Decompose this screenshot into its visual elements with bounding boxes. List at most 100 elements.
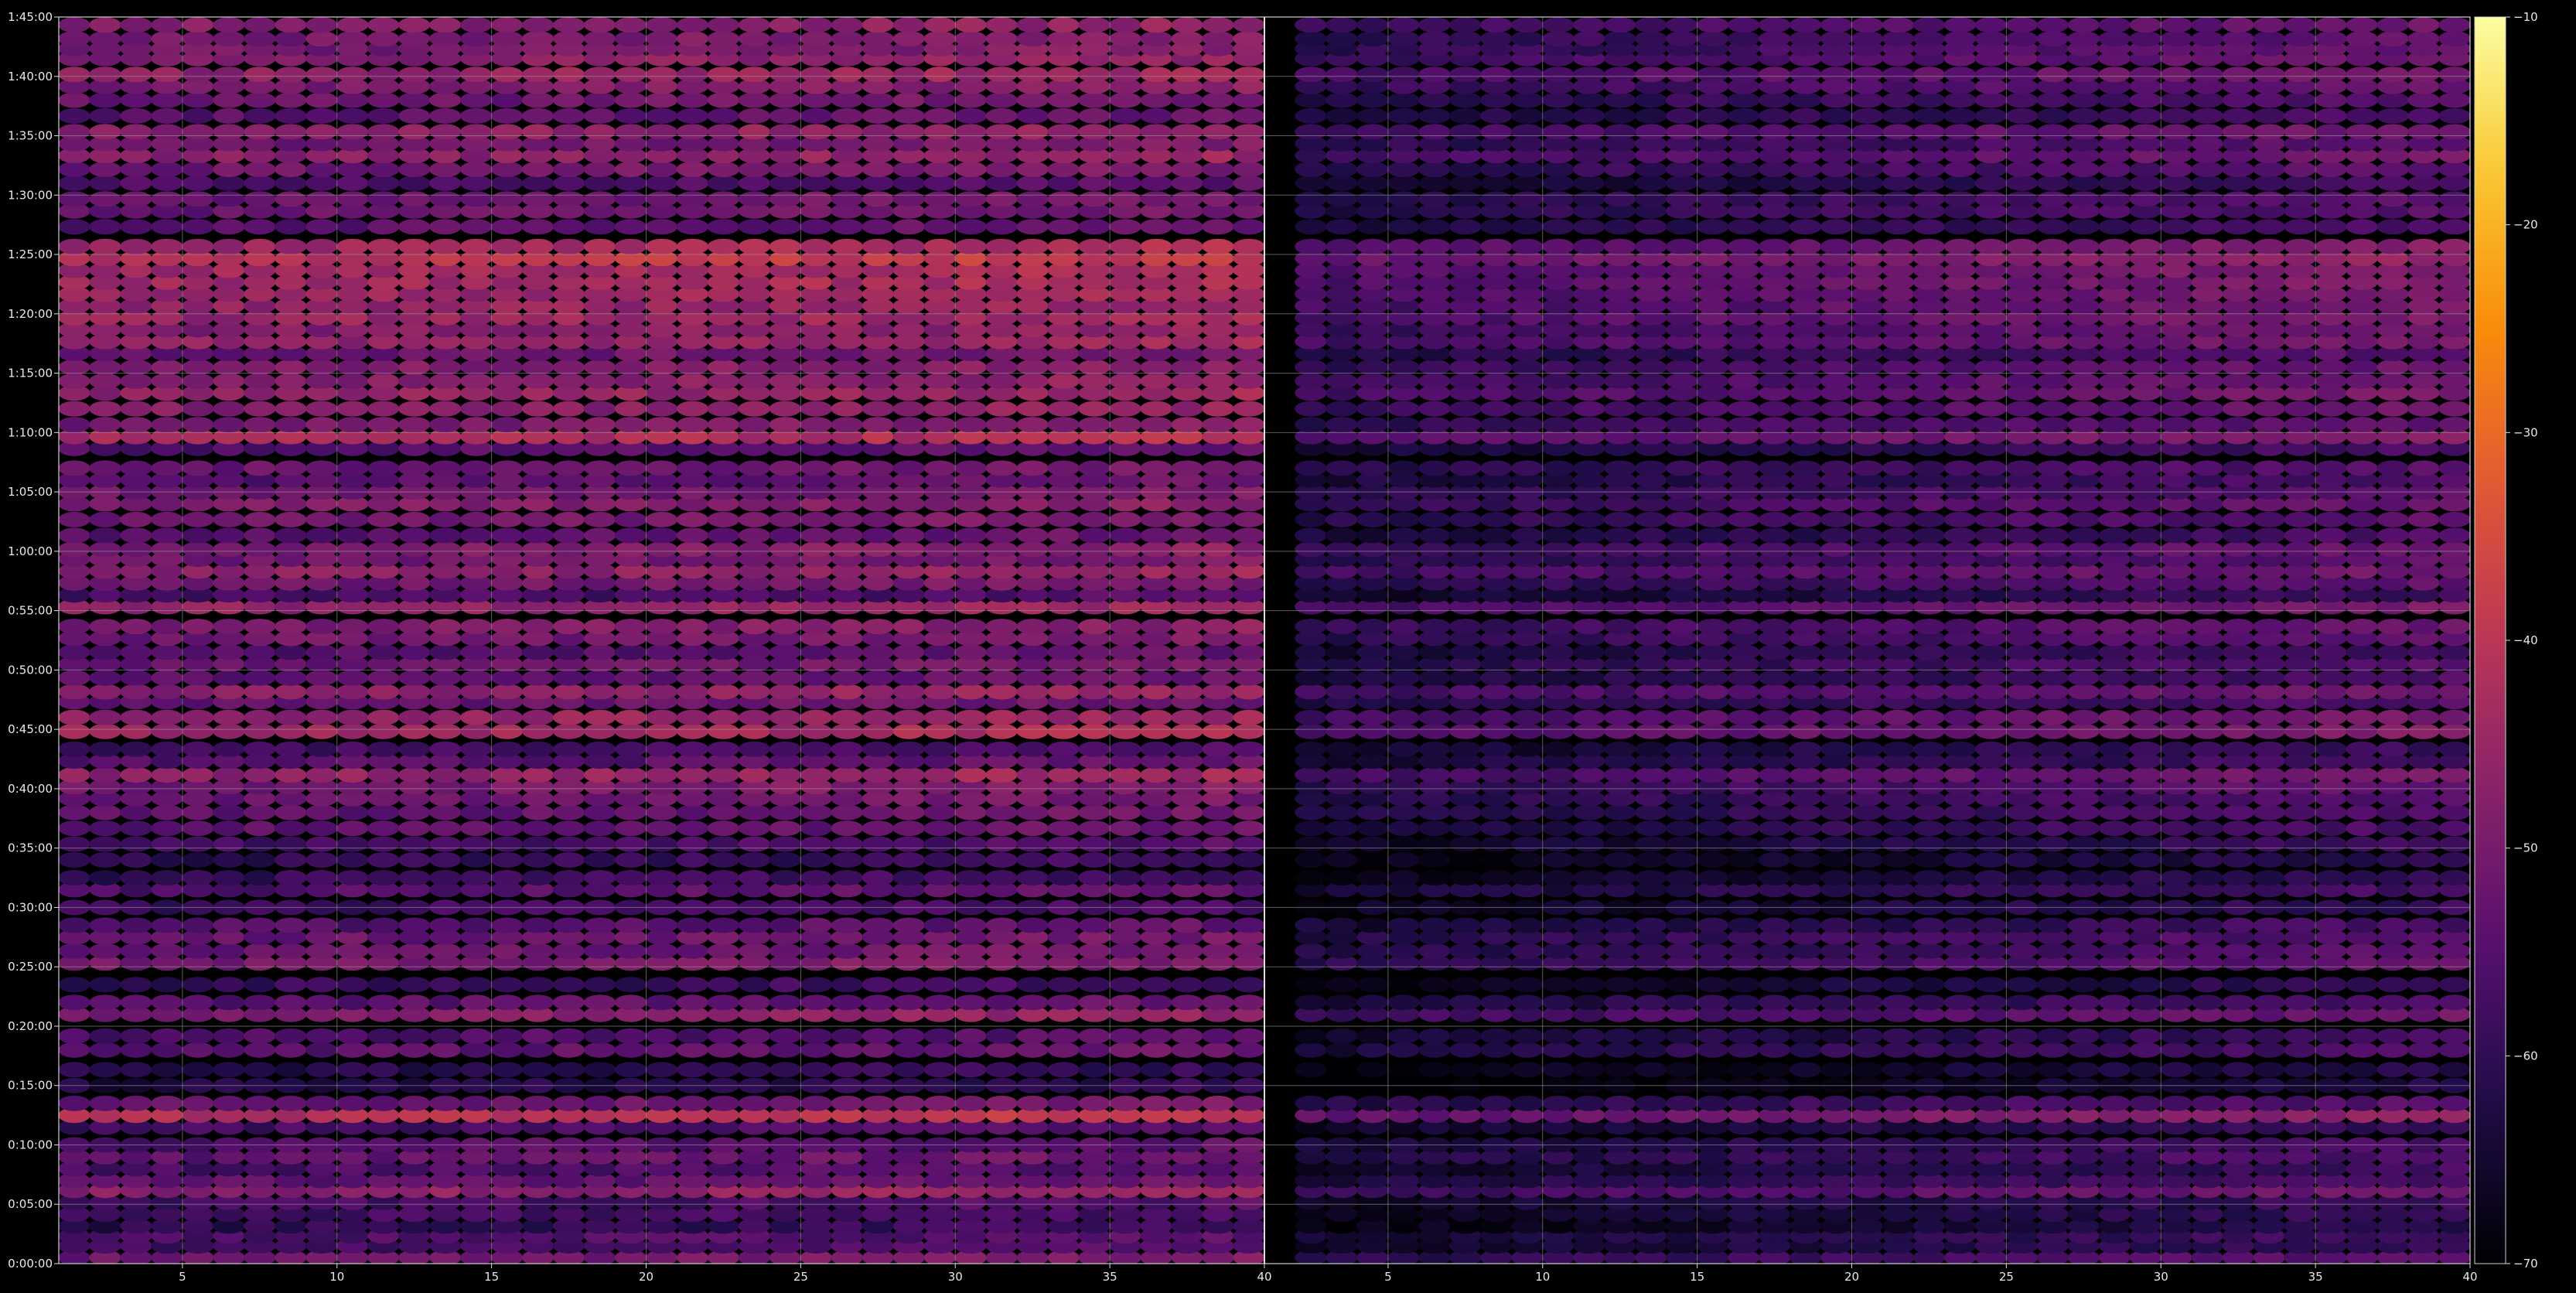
heatmap-cell <box>892 511 926 527</box>
heatmap-cell <box>645 1042 678 1058</box>
heatmap-cell <box>1851 1028 1884 1044</box>
heatmap-cell <box>151 994 183 1011</box>
heatmap-cell <box>862 820 895 837</box>
heatmap-cell <box>1542 917 1575 933</box>
heatmap-cell <box>1140 460 1172 476</box>
heatmap-cell <box>1233 943 1264 959</box>
heatmap-cell <box>2036 870 2069 885</box>
heatmap-cell <box>583 124 616 140</box>
heatmap-cell <box>2346 943 2378 959</box>
heatmap-cell <box>244 527 276 544</box>
heatmap-cell <box>769 977 802 993</box>
heatmap-cell <box>1820 1095 1853 1111</box>
heatmap-cell <box>1696 917 1729 933</box>
heatmap-cell <box>1171 820 1203 837</box>
heatmap-cell <box>367 619 400 635</box>
heatmap-cell <box>738 238 771 254</box>
heatmap-cell <box>1140 191 1172 207</box>
heatmap-cell <box>1603 852 1636 868</box>
heatmap-cell <box>614 994 647 1011</box>
heatmap-cell <box>1356 977 1389 993</box>
heatmap-cell <box>2407 1042 2440 1058</box>
heatmap-cell <box>367 870 400 885</box>
heatmap-cell <box>769 175 802 191</box>
heatmap-cell <box>1109 401 1141 417</box>
heatmap-cell <box>244 1028 276 1044</box>
heatmap-cell <box>213 619 245 635</box>
heatmap-cell <box>831 684 864 700</box>
heatmap-cell <box>831 644 864 660</box>
heatmap-cell <box>151 219 183 235</box>
heatmap-cell <box>2036 1062 2069 1078</box>
heatmap-cell <box>707 107 740 124</box>
heatmap-cell <box>583 238 616 254</box>
heatmap-cell <box>707 723 740 739</box>
heatmap-cell <box>1449 1095 1482 1111</box>
heatmap-cell <box>1016 619 1049 635</box>
heatmap-cell <box>275 644 307 660</box>
heatmap-cell <box>490 767 524 783</box>
heatmap-cell <box>89 238 121 254</box>
heatmap-cell <box>1480 943 1513 959</box>
heatmap-cell <box>59 670 90 686</box>
heatmap-cell <box>305 238 338 254</box>
heatmap-cell <box>738 994 771 1011</box>
heatmap-cell <box>490 836 524 852</box>
heatmap-cell <box>1665 870 1698 885</box>
heatmap-cell <box>490 723 524 739</box>
heatmap-cell <box>1603 741 1636 757</box>
heatmap-cell <box>1943 804 1977 820</box>
heatmap-cell <box>367 17 400 33</box>
heatmap-cell <box>862 917 895 933</box>
heatmap-cell <box>1696 852 1729 868</box>
heatmap-cell <box>985 162 1018 177</box>
heatmap-cell <box>1851 917 1884 933</box>
heatmap-cell <box>151 1062 183 1078</box>
heatmap-cell <box>2222 917 2254 933</box>
heatmap-cell <box>985 219 1018 235</box>
heatmap-cell <box>831 17 864 33</box>
heatmap-cell <box>2253 820 2285 837</box>
heatmap-cell <box>397 1095 431 1111</box>
heatmap-cell <box>397 238 431 254</box>
heatmap-cell <box>1634 977 1667 993</box>
heatmap-cell <box>1171 1028 1203 1044</box>
heatmap-cell <box>676 92 709 108</box>
heatmap-cell <box>923 670 957 686</box>
heatmap-cell <box>1233 238 1264 254</box>
heatmap-cell <box>1140 359 1172 375</box>
heatmap-cell <box>738 820 771 837</box>
heatmap-cell <box>2376 836 2409 852</box>
heatmap-cell <box>336 767 369 783</box>
heatmap-cell <box>490 1042 524 1058</box>
heatmap-cell <box>336 619 369 635</box>
heatmap-cell <box>2067 741 2100 757</box>
heatmap-cell <box>1634 741 1667 757</box>
heatmap-cell <box>2005 852 2039 868</box>
heatmap-cell <box>1202 804 1234 820</box>
heatmap-cell <box>1171 804 1203 820</box>
heatmap-cell <box>490 175 524 191</box>
heatmap-cell <box>1912 870 1946 885</box>
heatmap-cell <box>892 1095 926 1111</box>
heatmap-cell <box>459 684 493 700</box>
heatmap-cell <box>59 1028 90 1044</box>
heatmap-cell <box>275 723 307 739</box>
heatmap-cell <box>1233 1062 1264 1078</box>
heatmap-cell <box>490 219 524 235</box>
heatmap-cell <box>1542 836 1575 852</box>
heatmap-cell <box>1449 723 1482 739</box>
heatmap-cell <box>583 670 616 686</box>
heatmap-cell <box>923 820 957 837</box>
heatmap-cell <box>769 511 802 527</box>
heatmap-cell <box>800 767 833 783</box>
heatmap-cell <box>490 162 524 177</box>
heatmap-cell <box>120 852 152 868</box>
heatmap-cell <box>2067 836 2100 852</box>
heatmap-cell <box>800 124 833 140</box>
heatmap-cell <box>923 219 957 235</box>
heatmap-cell <box>1078 31 1111 47</box>
heatmap-cell <box>1974 917 2008 933</box>
heatmap-cell <box>583 1042 616 1058</box>
heatmap-cell <box>1047 820 1080 837</box>
